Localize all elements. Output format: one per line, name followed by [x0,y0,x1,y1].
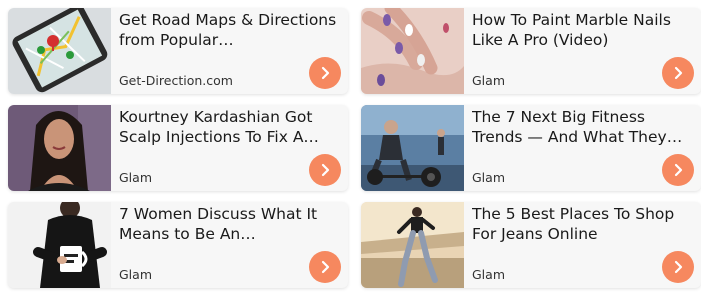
nails-thumbnail[interactable] [361,8,464,94]
article-title[interactable]: How To Paint Marble Nails Like A Pro (Vi… [472,11,694,50]
chevron-right-icon [321,163,330,177]
chevron-right-icon [674,163,683,177]
article-card[interactable]: The 5 Best Places To Shop For Jeans Onli… [361,202,701,288]
article-source: Glam [472,73,505,88]
open-article-button[interactable] [309,57,341,89]
chevron-right-icon [321,260,330,274]
open-article-button[interactable] [662,154,694,186]
article-source: Glam [119,170,152,185]
portrait-thumbnail[interactable] [8,105,111,191]
article-title[interactable]: The 5 Best Places To Shop For Jeans Onli… [472,205,694,244]
article-card[interactable]: 7 Women Discuss What It Means to Be An… … [8,202,348,288]
chevron-right-icon [674,66,683,80]
article-card[interactable]: Get Road Maps & Directions from Popular…… [8,8,348,94]
article-source: Glam [119,267,152,282]
article-source: Get-Direction.com [119,73,233,88]
gym-thumbnail[interactable] [361,105,464,191]
open-article-button[interactable] [662,57,694,89]
article-title[interactable]: Kourtney Kardashian Got Scalp Injections… [119,108,341,147]
article-card[interactable]: Kourtney Kardashian Got Scalp Injections… [8,105,348,191]
article-card[interactable]: The 7 Next Big Fitness Trends — And What… [361,105,701,191]
open-article-button[interactable] [309,154,341,186]
chevron-right-icon [674,260,683,274]
open-article-button[interactable] [309,251,341,283]
article-title[interactable]: The 7 Next Big Fitness Trends — And What… [472,108,694,147]
article-source: Glam [472,170,505,185]
map-phone-thumbnail[interactable] [8,8,111,94]
article-title[interactable]: 7 Women Discuss What It Means to Be An… [119,205,341,244]
article-source: Glam [472,267,505,282]
article-title[interactable]: Get Road Maps & Directions from Popular… [119,11,341,50]
open-article-button[interactable] [662,251,694,283]
jeans-thumbnail[interactable] [361,202,464,288]
mug-thumbnail[interactable] [8,202,111,288]
content-recommendation-grid: Get Road Maps & Directions from Popular…… [0,0,701,293]
chevron-right-icon [321,66,330,80]
article-card[interactable]: How To Paint Marble Nails Like A Pro (Vi… [361,8,701,94]
